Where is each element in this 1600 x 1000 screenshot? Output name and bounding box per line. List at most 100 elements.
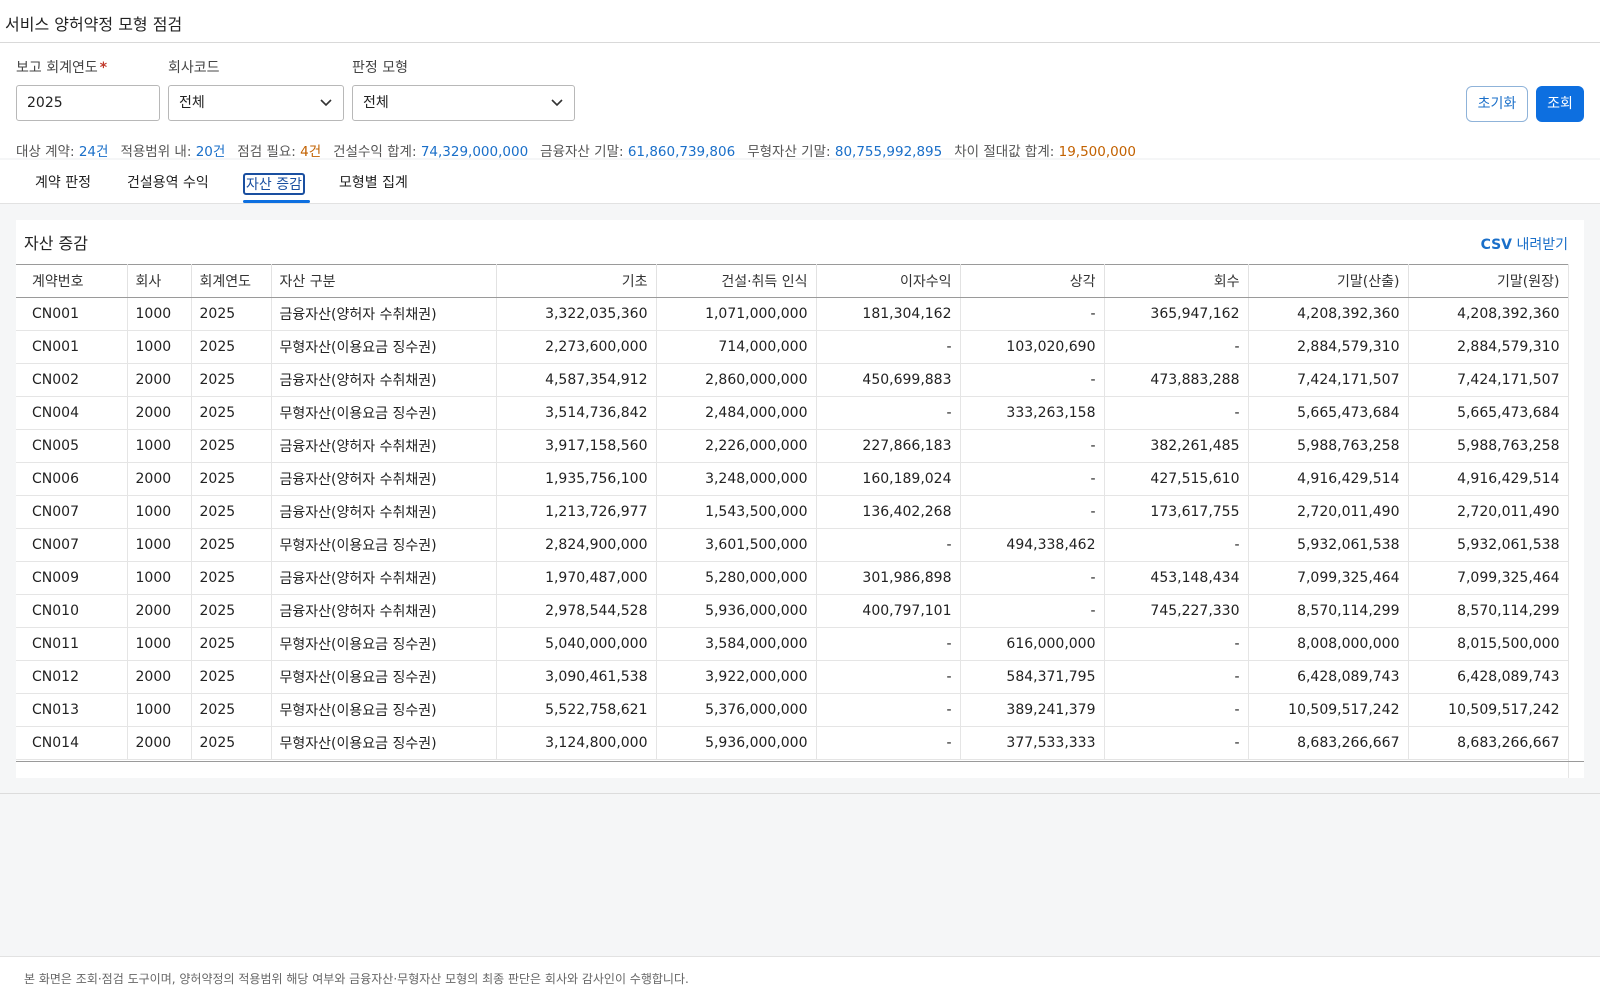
column-header[interactable]: 건설·취득 인식 xyxy=(656,264,817,298)
table-row[interactable]: CN009 1000 2025 금융자산(양허자 수취채권) 1,970,487,000… xyxy=(16,561,1569,595)
table-cell: 1000 xyxy=(127,627,192,661)
table-cell: 3,601,500,000 xyxy=(656,528,817,562)
table-cell: 1,543,500,000 xyxy=(656,495,817,529)
table-cell: 무형자산(이용요금 징수권) xyxy=(271,330,497,364)
table-cell: 5,040,000,000 xyxy=(496,627,657,661)
table-cell: CN006 xyxy=(16,462,128,496)
table-cell: 금융자산(양허자 수취채권) xyxy=(271,297,497,331)
table-cell: 7,424,171,507 xyxy=(1408,363,1569,397)
table-row[interactable]: CN012 2000 2025 무형자산(이용요금 징수권) 3,090,461,538… xyxy=(16,660,1569,694)
table-cell: 745,227,330 xyxy=(1104,594,1249,628)
summary-value: 61,860,739,806 xyxy=(627,144,736,160)
table-cell: 무형자산(이용요금 징수권) xyxy=(271,660,497,694)
table-cell: - xyxy=(816,660,961,694)
summary-label: 적용범위 내: xyxy=(120,144,192,160)
table-cell: CN007 xyxy=(16,528,128,562)
summary-item: 대상 계약: 24건 xyxy=(16,144,108,160)
table-cell: 금융자산(양허자 수취채권) xyxy=(271,495,497,529)
column-header[interactable]: 회사 xyxy=(127,264,192,298)
column-header[interactable]: 계약번호 xyxy=(16,264,128,298)
summary-item: 건설수익 합계: 74,329,000,000 xyxy=(333,144,528,160)
table-row[interactable]: CN001 1000 2025 무형자산(이용요금 징수권) 2,273,600,000… xyxy=(16,330,1569,364)
table-cell: - xyxy=(1104,330,1249,364)
column-header[interactable]: 기말(산출) xyxy=(1248,264,1409,298)
table-cell: 1,970,487,000 xyxy=(496,561,657,595)
table-scroll-gutter xyxy=(1568,264,1584,778)
table-row[interactable]: CN007 1000 2025 금융자산(양허자 수취채권) 1,213,726,977… xyxy=(16,495,1569,529)
table-cell: 4,208,392,360 xyxy=(1408,297,1569,331)
table-cell: 227,866,183 xyxy=(816,429,961,463)
table-cell: CN004 xyxy=(16,396,128,430)
table-cell: 2,860,000,000 xyxy=(656,363,817,397)
table-cell: 무형자산(이용요금 징수권) xyxy=(271,528,497,562)
table-row[interactable]: CN005 1000 2025 금융자산(양허자 수취채권) 3,917,158,560… xyxy=(16,429,1569,463)
tab-asset-change[interactable]: 자산 증감 xyxy=(243,173,305,195)
table-cell: 1000 xyxy=(127,429,192,463)
table-cell: 1,935,756,100 xyxy=(496,462,657,496)
column-header[interactable]: 회계연도 xyxy=(191,264,272,298)
content-divider xyxy=(0,793,1600,794)
table-cell: 1000 xyxy=(127,561,192,595)
table-cell: 6,428,089,743 xyxy=(1408,660,1569,694)
table-cell: 3,584,000,000 xyxy=(656,627,817,661)
table-cell: 금융자산(양허자 수취채권) xyxy=(271,561,497,595)
table-cell: 400,797,101 xyxy=(816,594,961,628)
table-cell: - xyxy=(816,627,961,661)
chevron-down-icon xyxy=(320,99,332,107)
summary-item: 차이 절대값 합계: 19,500,000 xyxy=(954,144,1136,160)
table-row[interactable]: CN013 1000 2025 무형자산(이용요금 징수권) 5,522,758,621… xyxy=(16,693,1569,727)
table-row[interactable]: CN011 1000 2025 무형자산(이용요금 징수권) 5,040,000,000… xyxy=(16,627,1569,661)
table-row[interactable]: CN006 2000 2025 금융자산(양허자 수취채권) 1,935,756,100… xyxy=(16,462,1569,496)
page-title: 서비스 양허약정 모형 점검 xyxy=(5,15,183,34)
table-cell: 6,428,089,743 xyxy=(1248,660,1409,694)
tab-contract-judgment[interactable]: 계약 판정 xyxy=(33,173,93,195)
column-header[interactable]: 회수 xyxy=(1104,264,1249,298)
table-row[interactable]: CN007 1000 2025 무형자산(이용요금 징수권) 2,824,900,000… xyxy=(16,528,1569,562)
table-cell: 2000 xyxy=(127,726,192,760)
table-row[interactable]: CN004 2000 2025 무형자산(이용요금 징수권) 3,514,736,842… xyxy=(16,396,1569,430)
model-select[interactable]: 전체 xyxy=(352,85,575,121)
table-cell: 3,922,000,000 xyxy=(656,660,817,694)
table-row[interactable]: CN010 2000 2025 금융자산(양허자 수취채권) 2,978,544,528… xyxy=(16,594,1569,628)
table-cell: 8,008,000,000 xyxy=(1248,627,1409,661)
table-cell: 1000 xyxy=(127,330,192,364)
table-cell: - xyxy=(960,363,1105,397)
table-cell: - xyxy=(816,726,961,760)
tab-construction-revenue[interactable]: 건설용역 수익 xyxy=(125,173,211,195)
column-header[interactable]: 상각 xyxy=(960,264,1105,298)
company-label: 회사코드 xyxy=(168,60,220,76)
table-cell: 무형자산(이용요금 징수권) xyxy=(271,396,497,430)
company-select[interactable]: 전체 xyxy=(168,85,344,121)
search-button[interactable]: 조회 xyxy=(1536,86,1584,122)
year-input[interactable]: 2025 xyxy=(16,85,160,121)
reset-button[interactable]: 초기화 xyxy=(1466,86,1528,122)
model-filter-group: 판정 모형 xyxy=(352,59,408,77)
summary-label: 건설수익 합계: xyxy=(333,144,417,160)
table-row[interactable]: CN002 2000 2025 금융자산(양허자 수취채권) 4,587,354,912… xyxy=(16,363,1569,397)
column-header[interactable]: 기초 xyxy=(496,264,657,298)
table-cell: 5,932,061,538 xyxy=(1408,528,1569,562)
active-tab-indicator xyxy=(243,200,310,203)
table-cell: 8,570,114,299 xyxy=(1248,594,1409,628)
column-header[interactable]: 기말(원장) xyxy=(1408,264,1569,298)
column-header[interactable]: 자산 구분 xyxy=(271,264,497,298)
table-cell: 4,916,429,514 xyxy=(1248,462,1409,496)
table-cell: 4,587,354,912 xyxy=(496,363,657,397)
table-cell: 2,720,011,490 xyxy=(1408,495,1569,529)
table-cell: 136,402,268 xyxy=(816,495,961,529)
model-select-value: 전체 xyxy=(363,95,389,111)
table-cell: 2025 xyxy=(191,330,272,364)
table-cell: 금융자산(양허자 수취채권) xyxy=(271,429,497,463)
table-cell: - xyxy=(960,429,1105,463)
table-cell: 1000 xyxy=(127,297,192,331)
table-row[interactable]: CN014 2000 2025 무형자산(이용요금 징수권) 3,124,800,000… xyxy=(16,726,1569,760)
table-cell: 2,824,900,000 xyxy=(496,528,657,562)
table-cell: 2025 xyxy=(191,495,272,529)
table-row[interactable]: CN001 1000 2025 금융자산(양허자 수취채권) 3,322,035,360… xyxy=(16,297,1569,331)
tab-model-summary[interactable]: 모형별 집계 xyxy=(337,173,410,195)
column-header[interactable]: 이자수익 xyxy=(816,264,961,298)
csv-download-link[interactable]: CSV 내려받기 xyxy=(1481,234,1568,254)
summary-item: 금융자산 기말: 61,860,739,806 xyxy=(540,144,735,160)
company-filter-group: 회사코드 xyxy=(168,59,220,77)
table-cell: 584,371,795 xyxy=(960,660,1105,694)
